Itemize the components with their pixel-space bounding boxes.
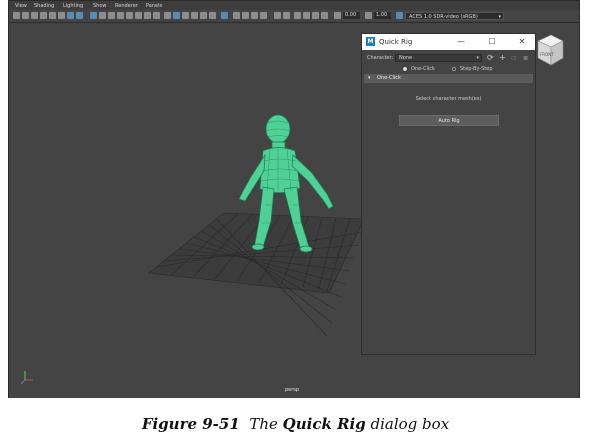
color-space-select[interactable]: ACES 1.0 SDR-video (sRGB) ▾ [405, 12, 504, 20]
close-button[interactable]: ✕ [515, 36, 529, 47]
collapse-triangle-icon: ▾ [368, 75, 371, 81]
maya-window: View Shading Lighting Show Renderer Pane… [8, 0, 580, 398]
one-click-label: One-Click [411, 66, 435, 72]
menu-renderer[interactable]: Renderer [115, 3, 138, 9]
camera-attributes-icon[interactable] [22, 12, 29, 19]
antialias-icon[interactable] [164, 12, 171, 19]
quick-rig-dialog: M Quick Rig — ☐ ✕ Character: None ▾ ⟳ + … [361, 33, 536, 355]
grid-toggle-icon[interactable] [49, 12, 56, 19]
character-select[interactable]: None ▾ [395, 54, 482, 62]
bookmark-icon[interactable] [31, 12, 38, 19]
lock-camera-icon[interactable] [283, 12, 290, 19]
select-hint-text: Select character mesh(es) [415, 96, 482, 102]
section-header-label: One-Click [377, 75, 401, 81]
screen-space-icon[interactable] [209, 12, 216, 19]
dialog-title: Quick Rig [379, 38, 413, 46]
color-space-icon[interactable] [396, 12, 403, 19]
chevron-down-icon: ▾ [498, 14, 501, 20]
add-character-icon[interactable]: + [499, 54, 506, 62]
duplicate-icon[interactable]: ▫ [511, 54, 516, 62]
image-plane-icon[interactable] [40, 12, 47, 19]
panel-toolbar: 0.00 1.00 ACES 1.0 SDR-video (sRGB) ▾ [9, 10, 579, 23]
camera-label: persp [285, 387, 300, 393]
isolate-icon[interactable] [200, 12, 207, 19]
gamma-icon[interactable] [242, 12, 249, 19]
view-cube[interactable]: FRONT [535, 31, 565, 73]
dialog-titlebar[interactable]: M Quick Rig — ☐ ✕ [362, 34, 535, 50]
xray-joints-icon[interactable] [182, 12, 189, 19]
camera-bookmark-icon[interactable] [303, 12, 310, 19]
wireframe-icon[interactable] [90, 12, 97, 19]
caption-term: Quick Rig [282, 415, 366, 433]
color-management-icon[interactable] [260, 12, 267, 19]
chevron-down-icon: ▾ [476, 55, 479, 61]
camera-select-icon[interactable] [13, 12, 20, 19]
xray-components-icon[interactable] [191, 12, 198, 19]
caption-rest: dialog box [370, 415, 450, 433]
maximize-button[interactable]: ☐ [485, 36, 499, 47]
xray-icon[interactable] [173, 12, 180, 19]
ambient-occlusion-icon[interactable] [144, 12, 151, 19]
motion-blur-icon[interactable] [153, 12, 160, 19]
textured-icon[interactable] [117, 12, 124, 19]
smooth-shade-icon[interactable] [99, 12, 106, 19]
two-d-pan-icon[interactable] [312, 12, 319, 19]
ghost-icon[interactable] [321, 12, 328, 19]
minimize-button[interactable]: — [454, 36, 468, 47]
film-gate-icon[interactable] [58, 12, 65, 19]
menu-lighting[interactable]: Lighting [63, 3, 83, 9]
character-select-value: None [399, 55, 413, 61]
one-click-section-header[interactable]: ▾ One-Click [364, 74, 533, 83]
auto-rig-button[interactable]: Auto Rig [399, 115, 499, 126]
caption-the: The [249, 415, 278, 433]
menu-show[interactable]: Show [93, 3, 107, 9]
grease-pencil-icon[interactable] [294, 12, 301, 19]
delete-icon[interactable]: ▪ [523, 54, 528, 62]
exposure-field[interactable]: 0.00 [343, 12, 360, 19]
menu-shading[interactable]: Shading [34, 3, 54, 9]
axis-gizmo [20, 371, 33, 385]
resolution-gate-icon[interactable] [67, 12, 74, 19]
figure-caption: Figure 9-51 The Quick Rig dialog box [0, 415, 591, 433]
menu-panels[interactable]: Panels [146, 3, 162, 9]
view-transform-icon[interactable] [251, 12, 258, 19]
ground-grid [148, 212, 365, 337]
shadows-icon[interactable] [135, 12, 142, 19]
wireframe-on-shaded-icon[interactable] [108, 12, 115, 19]
gamma-settings-icon[interactable] [365, 12, 372, 19]
gamma-field[interactable]: 1.00 [374, 12, 391, 19]
maya-logo-icon: M [366, 37, 375, 46]
panel-menubar: View Shading Lighting Show Renderer Pane… [9, 1, 579, 10]
gate-mask-icon[interactable] [76, 12, 83, 19]
refresh-icon[interactable]: ⟳ [487, 54, 494, 62]
step-by-step-label: Step-By-Step [460, 66, 493, 72]
select-camera-icon[interactable] [274, 12, 281, 19]
menu-view[interactable]: View [15, 3, 27, 9]
character-label: Character: [367, 55, 394, 61]
figure-number: Figure 9-51 [141, 415, 240, 433]
view-cube-face-label: FRONT [540, 52, 554, 57]
hud-icon[interactable] [221, 12, 228, 19]
exposure-settings-icon[interactable] [334, 12, 341, 19]
lights-icon[interactable] [126, 12, 133, 19]
one-click-radio[interactable] [403, 67, 407, 71]
step-by-step-radio[interactable] [452, 67, 456, 71]
exposure-icon[interactable] [233, 12, 240, 19]
